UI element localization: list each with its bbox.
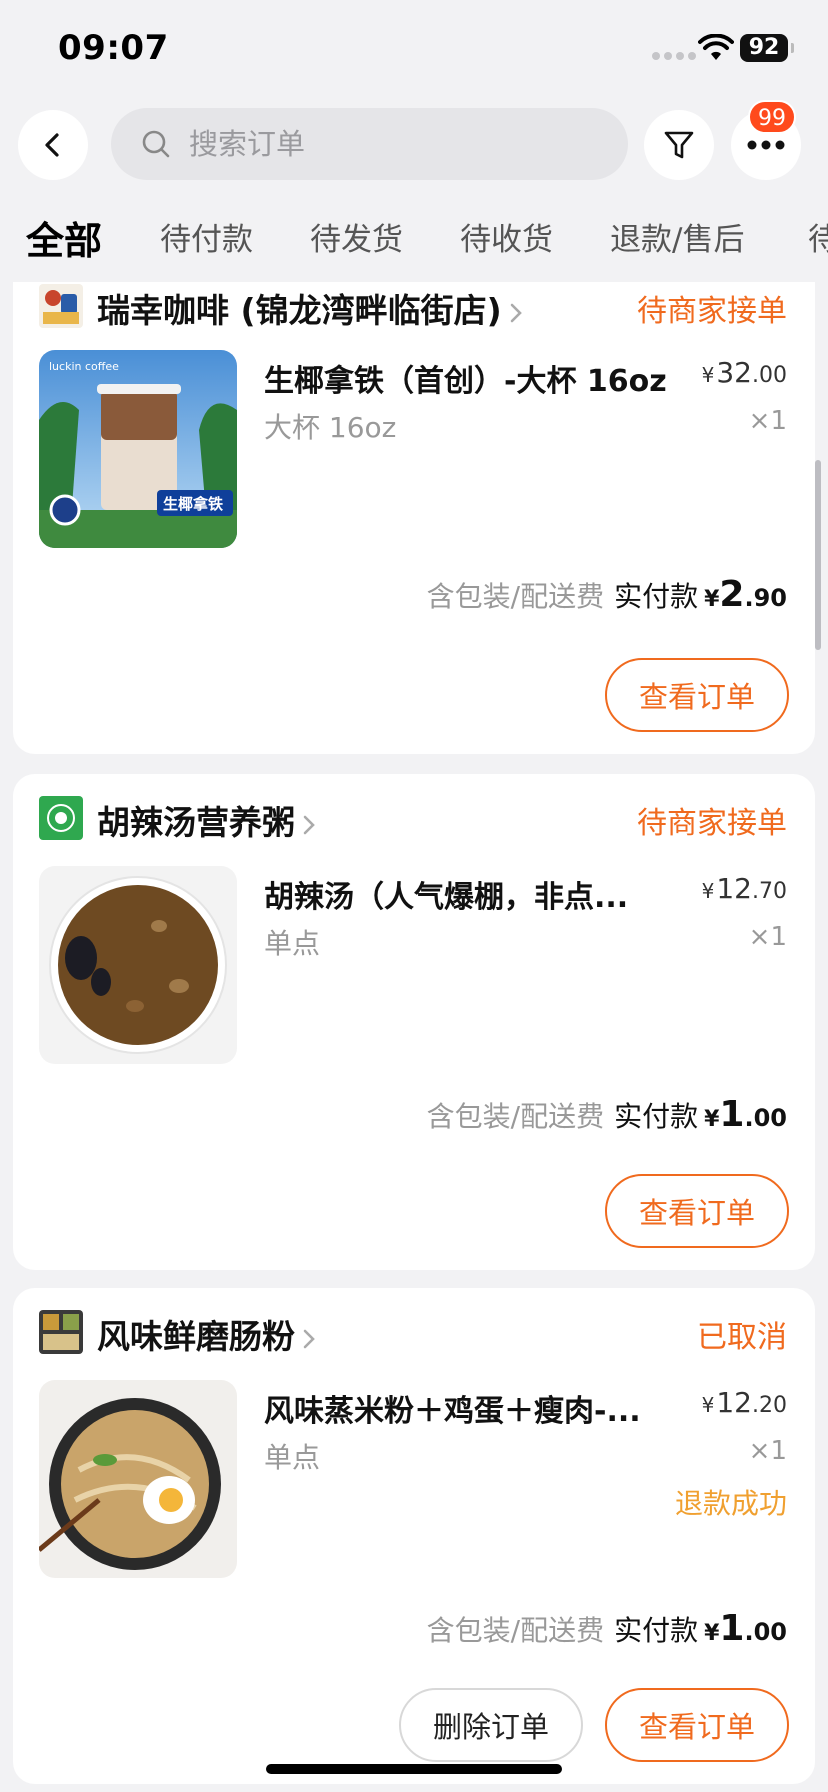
chevron-right-icon xyxy=(303,815,315,834)
delete-order-button[interactable]: 删除订单 xyxy=(399,1688,583,1762)
paid-label: 实付款 xyxy=(614,580,699,613)
payment-summary: 含包装/配送费 实付款 ¥2.90 xyxy=(427,574,787,615)
shop-name-row[interactable]: 风味鲜磨肠粉 xyxy=(97,1310,317,1358)
refund-status: 退款成功 xyxy=(674,1487,787,1520)
paid-amount: ¥1.00 xyxy=(704,1094,787,1135)
item-price: ¥32.00 xyxy=(701,356,787,389)
cellular-signal-icon xyxy=(652,52,696,60)
chevron-right-icon xyxy=(510,303,522,322)
item-price: ¥12.20 xyxy=(701,1386,787,1419)
battery-icon: 92 xyxy=(740,34,794,62)
order-status: 已取消 xyxy=(697,1320,787,1355)
notification-badge: 99 xyxy=(748,100,796,134)
chevron-right-icon xyxy=(303,1329,315,1348)
shop-name-row[interactable]: 胡辣汤营养粥 xyxy=(97,796,317,844)
paid-amount: ¥1.00 xyxy=(704,1608,787,1649)
status-bar: 09:07 92 xyxy=(0,0,828,96)
order-card[interactable]: 风味鲜磨肠粉 已取消 风味蒸米粉＋鸡蛋＋瘦肉-... 单点 ¥12.20 ×1 … xyxy=(13,1288,815,1784)
shop-logo xyxy=(39,1310,83,1354)
order-tabs: 全部 待付款 待发货 待收货 退款/售后 待 xyxy=(0,214,828,284)
paid-label: 实付款 xyxy=(614,1100,699,1133)
tab-pending-shipment[interactable]: 待发货 xyxy=(310,214,403,259)
status-time: 09:07 xyxy=(58,28,169,68)
shop-name: 胡辣汤营养粥 xyxy=(97,803,295,842)
tab-refund-aftersale[interactable]: 退款/售后 xyxy=(610,214,744,259)
filter-button[interactable] xyxy=(644,110,714,180)
fee-note: 含包装/配送费 xyxy=(426,1614,605,1647)
wifi-icon xyxy=(698,34,734,60)
item-name: 风味蒸米粉＋鸡蛋＋瘦肉-... xyxy=(264,1394,641,1429)
product-image[interactable]: luckin coffee 生椰拿铁 xyxy=(39,350,237,548)
orders-screen: 09:07 92 搜索订单 99 全部 待付款 待发货 待收货 退款/售后 待 … xyxy=(0,0,828,1792)
home-indicator[interactable] xyxy=(266,1764,562,1774)
search-input[interactable] xyxy=(189,127,589,161)
shop-name-row[interactable]: 瑞幸咖啡 (锦龙湾畔临街店) xyxy=(97,284,524,332)
payment-summary: 含包装/配送费 实付款 ¥1.00 xyxy=(427,1094,787,1135)
top-bar: 99 xyxy=(0,96,828,196)
search-bar[interactable] xyxy=(111,108,628,180)
filter-icon xyxy=(664,131,694,159)
item-quantity: ×1 xyxy=(748,1436,787,1466)
view-order-button[interactable]: 查看订单 xyxy=(605,1688,789,1762)
tab-pending-payment[interactable]: 待付款 xyxy=(160,214,253,259)
item-price: ¥12.70 xyxy=(701,872,787,905)
fee-note: 含包装/配送费 xyxy=(426,1100,605,1133)
shop-logo xyxy=(39,284,83,328)
scrollbar[interactable] xyxy=(815,460,821,650)
item-spec: 单点 xyxy=(264,927,321,960)
tab-more-partial[interactable]: 待 xyxy=(808,214,828,259)
tab-pending-receipt[interactable]: 待收货 xyxy=(460,214,553,259)
more-dots-icon xyxy=(747,140,785,150)
order-card[interactable]: 瑞幸咖啡 (锦龙湾畔临街店) 待商家接单 luckin coffee 生椰拿铁 … xyxy=(13,282,815,754)
payment-summary: 含包装/配送费 实付款 ¥1.00 xyxy=(427,1608,787,1649)
order-card[interactable]: 胡辣汤营养粥 待商家接单 胡辣汤（人气爆棚，非点... 单点 ¥12.70 ×1… xyxy=(13,774,815,1270)
item-spec: 大杯 16oz xyxy=(264,411,397,444)
order-status: 待商家接单 xyxy=(637,294,787,329)
tab-all[interactable]: 全部 xyxy=(26,214,102,265)
chevron-left-icon xyxy=(45,133,59,157)
item-quantity: ×1 xyxy=(748,406,787,436)
shop-name: 风味鲜磨肠粉 xyxy=(97,1317,295,1356)
product-image-brand: luckin coffee xyxy=(49,360,119,373)
item-spec: 单点 xyxy=(264,1441,321,1474)
product-image[interactable] xyxy=(39,1380,237,1578)
view-order-button[interactable]: 查看订单 xyxy=(605,1174,789,1248)
order-status: 待商家接单 xyxy=(637,806,787,841)
fee-note: 含包装/配送费 xyxy=(426,580,605,613)
product-image[interactable] xyxy=(39,866,237,1064)
shop-name: 瑞幸咖啡 (锦龙湾畔临街店) xyxy=(97,291,502,330)
paid-amount: ¥2.90 xyxy=(704,574,787,615)
back-button[interactable] xyxy=(18,110,88,180)
view-order-button[interactable]: 查看订单 xyxy=(605,658,789,732)
item-quantity: ×1 xyxy=(748,922,787,952)
search-icon xyxy=(142,130,170,158)
shop-logo xyxy=(39,796,83,840)
item-name: 生椰拿铁（首创）-大杯 16oz xyxy=(264,364,667,399)
item-name: 胡辣汤（人气爆棚，非点... xyxy=(264,880,629,915)
product-image-caption: 生椰拿铁 xyxy=(163,495,224,513)
paid-label: 实付款 xyxy=(614,1614,699,1647)
